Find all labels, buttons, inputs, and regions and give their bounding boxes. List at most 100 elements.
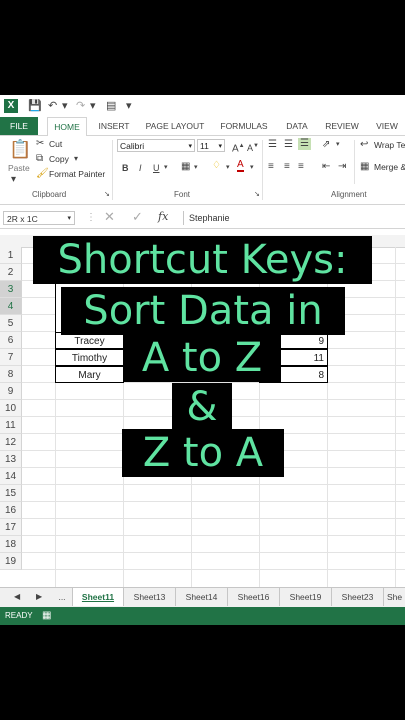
align-center-icon[interactable]: ≡ — [284, 161, 290, 173]
copy-dropdown-icon[interactable]: ▾ — [74, 153, 78, 165]
cancel-icon[interactable]: ✕ — [104, 210, 115, 223]
sheet-tab-sheet16[interactable]: Sheet16 — [228, 588, 280, 606]
row-header[interactable]: 14 — [0, 468, 22, 485]
fill-color-dropdown-icon[interactable]: ▾ — [226, 162, 230, 174]
excel-logo-icon: X — [4, 99, 18, 113]
table-cell-value[interactable]: 9 — [259, 332, 328, 349]
table-cell-name[interactable]: Tracey — [55, 332, 124, 349]
cut-icon[interactable]: ✂ — [36, 138, 44, 150]
align-top-icon[interactable]: ☰ — [268, 139, 277, 151]
row-header[interactable]: 18 — [0, 536, 22, 553]
row-header[interactable]: 6 — [0, 332, 22, 349]
format-painter-button[interactable]: Format Painter — [49, 169, 105, 179]
row-header[interactable]: 10 — [0, 400, 22, 417]
sheet-tab-sheet23[interactable]: Sheet23 — [332, 588, 384, 606]
form-icon[interactable]: ▤ — [106, 99, 116, 113]
wrap-text-icon[interactable]: ↩ — [360, 139, 368, 151]
wrap-text-button[interactable]: Wrap Te — [374, 140, 405, 150]
formula-input[interactable]: Stephanie — [183, 211, 405, 225]
row-header[interactable]: 17 — [0, 519, 22, 536]
borders-icon[interactable]: ▦ — [181, 161, 190, 173]
redo-icon[interactable]: ↷ — [76, 99, 85, 113]
enter-icon[interactable]: ✓ — [132, 210, 143, 223]
row-header[interactable]: 19 — [0, 553, 22, 570]
row-header[interactable]: 3 — [0, 281, 22, 298]
paste-icon[interactable]: 📋 — [9, 139, 31, 159]
more-sheets-button[interactable]: ... — [52, 588, 73, 606]
font-color-dropdown-icon[interactable]: ▾ — [250, 162, 254, 174]
row-header[interactable]: 9 — [0, 383, 22, 400]
undo-icon[interactable]: ↶ — [48, 99, 57, 113]
customize-toolbar-icon[interactable]: ▾ — [126, 99, 132, 113]
sheet-tab-sheet11[interactable]: Sheet11 — [73, 588, 124, 606]
borders-dropdown-icon[interactable]: ▾ — [194, 162, 198, 174]
bold-button[interactable]: B — [122, 162, 129, 174]
sheet-tab-partial[interactable]: She — [384, 588, 405, 606]
row-header[interactable]: 15 — [0, 485, 22, 502]
tab-insert[interactable]: INSERT — [94, 117, 134, 135]
redo-dropdown-icon[interactable]: ▾ — [90, 99, 96, 113]
row-header[interactable]: 5 — [0, 315, 22, 332]
font-color-icon[interactable]: A — [237, 160, 244, 172]
sheet-tab-sheet13[interactable]: Sheet13 — [124, 588, 176, 606]
row-header[interactable]: 11 — [0, 417, 22, 434]
spreadsheet-grid[interactable]: 1 2 3 4 5 6 7 8 9 10 11 12 13 14 15 16 17 18 19 Tracey Tim… — [0, 235, 405, 587]
increase-font-icon[interactable]: A▲ — [232, 140, 245, 155]
increase-indent-icon[interactable]: ⇥ — [338, 161, 346, 173]
more-options-icon[interactable]: ⋮ — [86, 212, 96, 224]
sheet-tab-sheet19[interactable]: Sheet19 — [280, 588, 332, 606]
copy-button[interactable]: Copy — [49, 154, 69, 164]
name-box[interactable]: 2R x 1C ▾ — [3, 211, 75, 225]
cut-button[interactable]: Cut — [49, 139, 62, 149]
row-header[interactable]: 2 — [0, 264, 22, 281]
macro-record-icon[interactable]: ▦ — [42, 607, 51, 625]
clipboard-launcher-icon[interactable]: ↘ — [104, 189, 110, 201]
tab-page-layout[interactable]: PAGE LAYOUT — [143, 117, 207, 135]
row-header[interactable]: 13 — [0, 451, 22, 468]
row-header[interactable]: 16 — [0, 502, 22, 519]
paste-dropdown-icon[interactable]: ▾ — [11, 174, 16, 186]
save-icon[interactable]: 💾 — [28, 99, 42, 113]
tab-formulas[interactable]: FORMULAS — [216, 117, 272, 135]
sheet-tab-sheet14[interactable]: Sheet14 — [176, 588, 228, 606]
format-painter-icon[interactable]: 🖌 — [36, 168, 49, 180]
undo-dropdown-icon[interactable]: ▾ — [62, 99, 68, 113]
underline-button[interactable]: U — [153, 162, 160, 174]
tab-view[interactable]: VIEW — [372, 117, 402, 135]
italic-button[interactable]: I — [139, 162, 142, 174]
underline-dropdown-icon[interactable]: ▾ — [164, 162, 168, 174]
decrease-font-icon[interactable]: A▼ — [247, 140, 259, 154]
row-header[interactable]: 7 — [0, 349, 22, 366]
merge-center-button[interactable]: Merge & — [374, 162, 405, 172]
font-size-select[interactable]: 11 ▾ — [197, 139, 225, 152]
tab-file[interactable]: FILE — [0, 117, 38, 135]
table-cell-name[interactable]: Timothy — [55, 349, 124, 366]
fill-color-icon[interactable]: ♢ — [212, 160, 221, 172]
row-header[interactable]: 1 — [0, 247, 22, 264]
paste-button[interactable]: Paste — [8, 163, 30, 173]
table-cell-name[interactable]: Mary — [55, 366, 124, 383]
align-right-icon[interactable]: ≡ — [298, 161, 304, 173]
align-bottom-icon[interactable]: ☰ — [298, 138, 311, 150]
merge-icon[interactable]: ▦ — [360, 161, 369, 173]
font-name-select[interactable]: Calibri ▾ — [117, 139, 195, 152]
scroll-right-icon[interactable]: ▶ — [36, 591, 42, 603]
orientation-dropdown-icon[interactable]: ▾ — [336, 139, 340, 151]
orientation-icon[interactable]: ⇗ — [322, 139, 330, 151]
row-header[interactable]: 4 — [0, 298, 22, 315]
row-header[interactable]: 8 — [0, 366, 22, 383]
tab-review[interactable]: REVIEW — [322, 117, 362, 135]
align-left-icon[interactable]: ≡ — [268, 161, 274, 173]
table-cell-value[interactable]: 8 — [259, 366, 328, 383]
scroll-left-icon[interactable]: ◀ — [14, 591, 20, 603]
align-middle-icon[interactable]: ☰ — [284, 139, 293, 151]
insert-function-button[interactable]: fx — [158, 211, 168, 223]
chevron-down-icon: ▾ — [188, 143, 192, 150]
copy-icon[interactable]: ⧉ — [36, 153, 43, 165]
row-header[interactable]: 12 — [0, 434, 22, 451]
decrease-indent-icon[interactable]: ⇤ — [322, 161, 330, 173]
font-launcher-icon[interactable]: ↘ — [254, 189, 260, 201]
tab-data[interactable]: DATA — [282, 117, 312, 135]
table-cell-value[interactable]: 11 — [259, 349, 328, 366]
tab-home[interactable]: HOME — [47, 117, 87, 137]
